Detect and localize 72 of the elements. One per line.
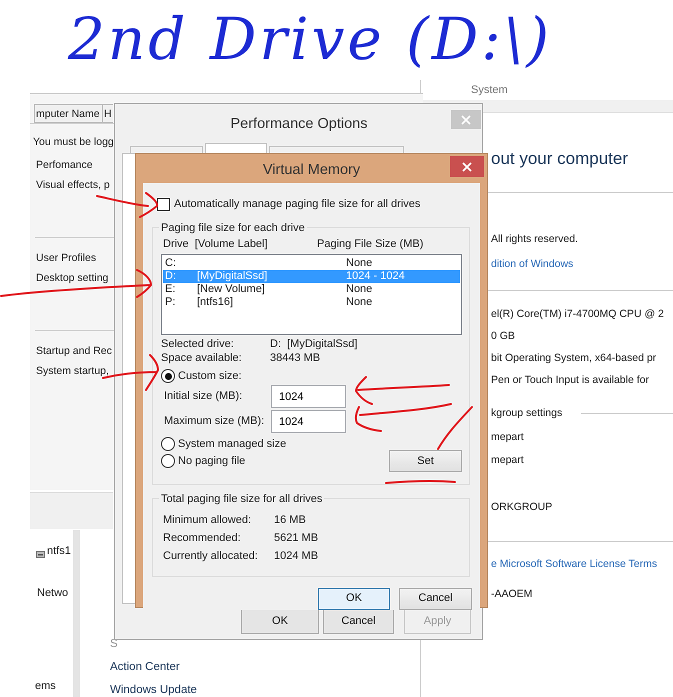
- annotation-arrow: [96, 192, 158, 218]
- field-value: D: [MyDigitalSsd]: [270, 338, 358, 351]
- checkbox-label: Automatically manage paging file size for all drives: [174, 197, 420, 212]
- dialog-title: Virtual Memory: [262, 161, 362, 180]
- list-row[interactable]: C: None: [163, 257, 460, 270]
- field-label: Minimum allowed:: [163, 512, 252, 528]
- nav-item[interactable]: Netwo: [37, 585, 68, 602]
- close-icon: [461, 114, 471, 124]
- radio-button[interactable]: [161, 454, 175, 468]
- info-text: mepart: [491, 453, 524, 467]
- field-value: 5621 MB: [274, 530, 318, 546]
- input-field[interactable]: 1024: [271, 410, 346, 432]
- close-button[interactable]: [450, 156, 484, 177]
- info-text: ORKGROUP: [491, 500, 552, 514]
- dialog-button[interactable]: Cancel: [399, 588, 472, 610]
- link[interactable]: e Microsoft Software License Terms: [491, 557, 658, 571]
- group-title: User Profiles: [36, 251, 96, 266]
- field-value: 16 MB: [274, 512, 306, 528]
- page-heading: out your computer: [491, 148, 630, 170]
- radio-label: System managed size: [178, 436, 286, 452]
- group-text: Visual effects, p: [36, 178, 110, 193]
- link[interactable]: dition of Windows: [491, 257, 574, 271]
- nav-item[interactable]: ntfs1: [47, 543, 71, 560]
- dialog-title: Performance Options: [229, 115, 368, 134]
- radio-label: No paging file: [178, 454, 246, 469]
- tab[interactable]: mputer Name: [34, 104, 102, 123]
- annotation-line: [437, 406, 473, 450]
- field-label: Currently allocated:: [163, 548, 259, 564]
- list-row[interactable]: P: [ntfs16] None: [163, 296, 460, 309]
- link[interactable]: Windows Update: [110, 682, 197, 697]
- tab[interactable]: H: [102, 104, 113, 123]
- drive-list[interactable]: C: None D: [MyDigitalSsd] 1024 - 1024 E: [New Volume] None P: [ntfs16] None: [161, 254, 462, 335]
- field-label: Space available:: [161, 352, 243, 365]
- group-text: Desktop setting: [36, 271, 108, 286]
- column-header: Drive [Volume Label]: [163, 236, 269, 252]
- radio-button[interactable]: [161, 436, 175, 451]
- field-label: Initial size (MB):: [164, 388, 244, 404]
- radio-button[interactable]: [161, 369, 175, 384]
- field-value: 1024 MB: [274, 548, 318, 564]
- info-text: mepart: [491, 430, 524, 444]
- link[interactable]: Action Center: [110, 659, 180, 676]
- field-label: Recommended:: [163, 530, 242, 546]
- column-header: Paging File Size (MB): [317, 236, 424, 252]
- group-title: Startup and Rec: [36, 344, 112, 359]
- nav-item[interactable]: ems: [35, 678, 56, 694]
- radio-label: Custom size:: [178, 369, 242, 384]
- group-text: System startup,: [36, 364, 109, 379]
- scrollbar[interactable]: [73, 530, 80, 697]
- input-field[interactable]: 1024: [271, 384, 346, 408]
- handwritten-note: 2nd Drive (D:\): [68, 4, 552, 75]
- set-button[interactable]: Set: [389, 450, 462, 472]
- info-text: -AAOEM: [491, 587, 532, 601]
- info-text: 0 GB: [491, 329, 515, 343]
- info-text: All rights reserved.: [491, 232, 578, 246]
- breadcrumb[interactable]: System: [471, 82, 508, 98]
- section-title: kgroup settings: [491, 406, 562, 420]
- info-text: el(R) Core(TM) i7-4700MQ CPU @ 2: [491, 307, 664, 321]
- group-title: Perfomance: [36, 158, 93, 173]
- field-label: Maximum size (MB):: [164, 414, 266, 429]
- field-label: Selected drive:: [161, 338, 235, 351]
- notice-text: You must be logg: [33, 135, 114, 150]
- info-text: bit Operating System, x64-based pr: [491, 351, 656, 365]
- dialog-button[interactable]: OK: [241, 609, 319, 634]
- annotation-line: [385, 480, 456, 484]
- dialog-button[interactable]: OK: [318, 588, 390, 610]
- drive-icon: [36, 550, 45, 558]
- info-text: Pen or Touch Input is available for: [491, 373, 649, 387]
- close-icon: [462, 162, 472, 172]
- list-row[interactable]: E: [New Volume] None: [163, 283, 460, 296]
- dialog-button[interactable]: Cancel: [323, 609, 394, 634]
- checkbox[interactable]: [157, 198, 170, 211]
- field-value: 38443 MB: [270, 352, 320, 365]
